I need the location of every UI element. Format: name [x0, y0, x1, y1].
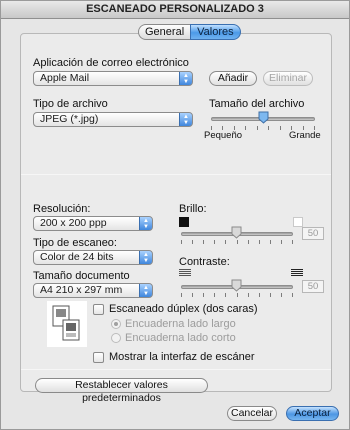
slider-tick — [203, 293, 204, 297]
slider-tick — [192, 293, 193, 297]
contrast-label: Contraste: — [179, 256, 230, 268]
settings-panel: Aplicación de correo electrónico Apple M… — [20, 33, 332, 392]
slider-tick — [245, 126, 246, 130]
slider-tick — [181, 240, 182, 244]
file-size-max-label: Grande — [289, 130, 321, 141]
section-divider — [21, 174, 331, 175]
remove-button[interactable]: Eliminar — [263, 71, 313, 86]
binding-long-label: Encuaderna lado largo — [125, 318, 236, 330]
white-square-icon — [293, 217, 303, 227]
file-type-value: JPEG (*.jpg) — [40, 113, 99, 125]
tab-bar: General Valores — [138, 24, 241, 42]
doc-size-popup[interactable]: A4 210 x 297 mm ▲ ▼ — [33, 283, 153, 298]
email-app-value: Apple Mail — [40, 72, 90, 84]
doc-size-label: Tamaño documento — [33, 270, 130, 282]
resolution-label: Resolución: — [33, 203, 91, 215]
slider-tick — [259, 293, 260, 297]
dark-lines-icon — [291, 269, 303, 279]
slider-tick — [248, 240, 249, 244]
up-down-arrows-icon: ▲ ▼ — [139, 251, 152, 264]
slider-tick — [268, 126, 269, 130]
light-lines-icon — [179, 269, 191, 279]
black-square-icon — [179, 217, 189, 227]
brightness-slider-knob[interactable] — [231, 226, 242, 239]
resolution-value: 200 x 200 ppp — [40, 217, 107, 229]
file-type-label: Tipo de archivo — [33, 98, 108, 110]
slider-tick — [281, 293, 282, 297]
contrast-slider-knob[interactable] — [231, 279, 242, 292]
brightness-slider-ticks — [181, 240, 293, 244]
email-app-popup[interactable]: Apple Mail ▲ ▼ — [33, 71, 193, 86]
contrast-slider-ticks — [181, 293, 293, 297]
slider-tick — [259, 240, 260, 244]
up-down-arrows-icon: ▲ ▼ — [179, 113, 192, 126]
slider-tick — [237, 293, 238, 297]
file-type-popup[interactable]: JPEG (*.jpg) ▲ ▼ — [33, 112, 193, 127]
scan-type-value: Color de 24 bits — [40, 251, 114, 263]
accept-button[interactable]: Aceptar — [286, 406, 339, 421]
slider-tick — [225, 293, 226, 297]
up-down-arrows-icon: ▲ ▼ — [139, 217, 152, 230]
binding-long-radio[interactable] — [111, 319, 121, 329]
show-interface-label: Mostrar la interfaz de escáner — [109, 351, 255, 363]
scan-type-label: Tipo de escaneo: — [33, 237, 117, 249]
slider-tick — [270, 240, 271, 244]
slider-tick — [257, 126, 258, 130]
cancel-button[interactable]: Cancelar — [227, 406, 277, 421]
slider-tick — [280, 126, 281, 130]
add-button[interactable]: Añadir — [209, 71, 257, 86]
file-size-min-label: Pequeño — [204, 130, 243, 141]
slider-tick — [192, 240, 193, 244]
email-app-label: Aplicación de correo electrónico — [33, 57, 189, 69]
slider-tick — [225, 240, 226, 244]
tab-valores[interactable]: Valores — [190, 24, 241, 40]
window-title: ESCANEADO PERSONALIZADO 3 — [1, 1, 349, 19]
scan-type-popup[interactable]: Color de 24 bits ▲ ▼ — [33, 250, 153, 265]
slider-tick — [214, 293, 215, 297]
up-down-arrows-icon: ▲ ▼ — [179, 72, 192, 85]
duplex-checkbox[interactable] — [93, 304, 104, 315]
up-down-arrows-icon: ▲ ▼ — [139, 284, 152, 297]
duplex-pages-icon — [47, 301, 87, 347]
binding-short-label: Encuaderna lado corto — [125, 332, 236, 344]
slider-tick — [203, 240, 204, 244]
duplex-label: Escaneado dúplex (dos caras) — [109, 303, 258, 315]
slider-tick — [181, 293, 182, 297]
restore-defaults-button[interactable]: Restablecer valores predeterminados — [35, 378, 208, 404]
slider-tick — [292, 240, 293, 244]
show-interface-checkbox[interactable] — [93, 352, 104, 363]
dialog-window: ESCANEADO PERSONALIZADO 3 General Valore… — [0, 0, 350, 430]
binding-short-radio[interactable] — [111, 333, 121, 343]
slider-tick — [292, 293, 293, 297]
doc-size-value: A4 210 x 297 mm — [40, 284, 123, 296]
tab-general[interactable]: General — [138, 24, 191, 40]
file-size-slider-knob[interactable] — [258, 111, 269, 124]
bottom-divider — [21, 369, 331, 370]
brightness-value-field[interactable]: 50 — [302, 227, 324, 240]
slider-tick — [248, 293, 249, 297]
slider-tick — [214, 240, 215, 244]
slider-tick — [270, 293, 271, 297]
file-size-label: Tamaño del archivo — [209, 98, 305, 110]
resolution-popup[interactable]: 200 x 200 ppp ▲ ▼ — [33, 216, 153, 231]
contrast-value-field[interactable]: 50 — [302, 280, 324, 293]
brightness-label: Brillo: — [179, 203, 207, 215]
slider-tick — [237, 240, 238, 244]
slider-tick — [281, 240, 282, 244]
